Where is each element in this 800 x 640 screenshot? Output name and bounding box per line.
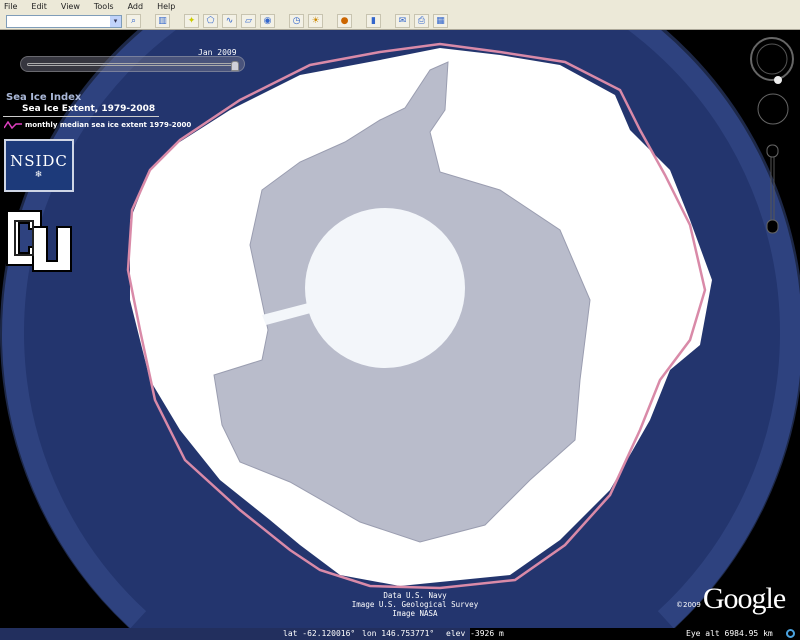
navigation-controls (745, 30, 800, 240)
copyright: ©2009 (676, 601, 701, 609)
historical-imagery-icon[interactable]: ◷ (289, 14, 304, 28)
menu-bar: File Edit View Tools Add Help (0, 0, 800, 13)
search-icon[interactable]: ⌕ (126, 14, 141, 28)
menu-edit[interactable]: Edit (31, 2, 47, 11)
google-wordmark: Google (702, 582, 786, 615)
menu-help[interactable]: Help (157, 2, 175, 11)
attribution-line: Data U.S. Navy (383, 591, 447, 600)
toolbar: ▾ ⌕ ▥ ✦ ⬠ ∿ ▱ ◉ ◷ ☀ ● ▮ ✉ ⎙ ▦ (0, 13, 800, 30)
zoom-slider[interactable] (770, 149, 775, 231)
latitude: lat -62.120016° (283, 629, 356, 638)
email-icon[interactable]: ✉ (395, 14, 410, 28)
imagery-attribution: Data U.S. Navy Image U.S. Geological Sur… (300, 591, 530, 618)
sidebar-icon[interactable]: ▥ (155, 14, 170, 28)
menu-view[interactable]: View (61, 2, 80, 11)
streaming-icon (786, 629, 795, 638)
google-maps-icon[interactable]: ▦ (433, 14, 448, 28)
path-icon[interactable]: ∿ (222, 14, 237, 28)
overlay-subtitle: Sea Ice Extent, 1979-2008 (22, 104, 156, 114)
north-icon[interactable] (774, 76, 782, 84)
sunlight-icon[interactable]: ☀ (308, 14, 323, 28)
ruler-icon[interactable]: ▮ (366, 14, 381, 28)
menu-file[interactable]: File (4, 2, 17, 11)
divider (3, 116, 159, 117)
image-overlay-icon[interactable]: ▱ (241, 14, 256, 28)
legend: monthly median sea ice extent 1979-2000 (4, 121, 191, 129)
longitude: lon 146.753771° (362, 629, 435, 638)
search-input[interactable]: ▾ (6, 14, 122, 28)
planets-icon[interactable]: ● (337, 14, 352, 28)
move-joystick[interactable] (757, 93, 789, 125)
attribution-line: Image NASA (392, 609, 438, 618)
overlay-title: Sea Ice Index (6, 92, 82, 103)
menu-tools[interactable]: Tools (94, 2, 114, 11)
globe (0, 30, 800, 628)
elevation: elev -3926 m (446, 629, 504, 638)
time-slider-thumb[interactable] (231, 61, 239, 71)
pole-hole (305, 208, 465, 368)
attribution-line: Image U.S. Geological Survey (351, 600, 479, 609)
menu-add[interactable]: Add (128, 2, 144, 11)
nsidc-logo: NSIDC ❄ (4, 139, 74, 192)
chevron-down-icon[interactable]: ▾ (110, 15, 121, 27)
time-slider[interactable] (20, 56, 245, 72)
google-logo: ©2009 Google (676, 582, 786, 615)
earth-3d-view[interactable] (0, 30, 800, 628)
legend-label: monthly median sea ice extent 1979-2000 (25, 121, 192, 129)
tour-icon[interactable]: ◉ (260, 14, 275, 28)
print-icon[interactable]: ⎙ (414, 14, 429, 28)
status-bar: lat -62.120016° lon 146.753771° elev -39… (0, 628, 800, 640)
eye-altitude: Eye alt 6984.95 km (686, 629, 773, 638)
legend-line-icon (4, 121, 22, 129)
polygon-icon[interactable]: ⬠ (203, 14, 218, 28)
cu-logo (3, 207, 75, 273)
placemark-icon[interactable]: ✦ (184, 14, 199, 28)
